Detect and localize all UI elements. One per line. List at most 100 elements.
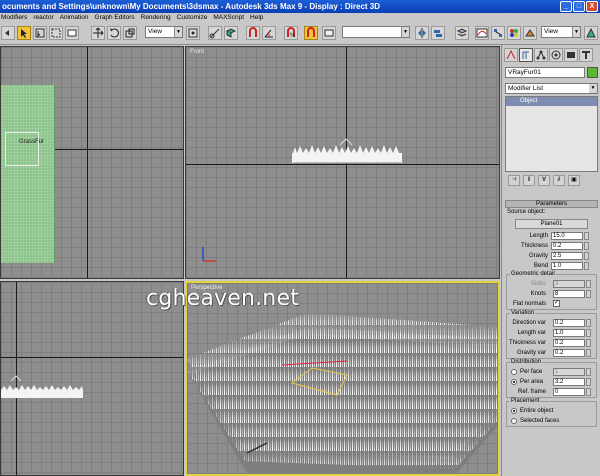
- length-spinner[interactable]: [584, 232, 589, 240]
- utilities-tab-icon[interactable]: [579, 48, 593, 62]
- menu-reactor[interactable]: reactor: [33, 13, 53, 23]
- direction-var-field[interactable]: 0.2: [553, 319, 585, 327]
- object-color-swatch[interactable]: [587, 67, 598, 78]
- render-type-dropdown[interactable]: View ▼: [541, 26, 581, 38]
- modifier-stack[interactable]: Object: [505, 96, 598, 172]
- configure-sets-icon[interactable]: ▣: [568, 175, 580, 186]
- gravity-field[interactable]: 2.5: [551, 252, 583, 260]
- per-area-field[interactable]: 3.2: [553, 378, 585, 386]
- named-selection-set-dropdown[interactable]: ▼: [342, 26, 410, 38]
- material-editor-icon[interactable]: [507, 26, 521, 40]
- modifier-list-label: Modifier List: [508, 85, 544, 92]
- direction-var-spinner[interactable]: [586, 319, 591, 327]
- selected-faces-radio[interactable]: [511, 418, 517, 424]
- percent-snap-icon[interactable]: %: [284, 26, 298, 40]
- thickness-var-spinner[interactable]: [586, 339, 591, 347]
- per-face-field: 1: [553, 368, 585, 376]
- ref-frame-spinner[interactable]: [586, 388, 591, 396]
- rectangular-selection-icon[interactable]: [49, 26, 63, 40]
- spinner-snap-icon[interactable]: [304, 26, 318, 40]
- reference-coordinate-dropdown[interactable]: View ▼: [145, 26, 183, 38]
- close-button[interactable]: X: [586, 1, 598, 12]
- length-var-spinner[interactable]: [586, 329, 591, 337]
- align-icon[interactable]: [431, 26, 445, 40]
- stack-item-object[interactable]: Object: [506, 97, 597, 106]
- make-unique-icon[interactable]: ∀: [538, 175, 550, 186]
- curve-editor-icon[interactable]: [475, 26, 489, 40]
- per-area-spinner[interactable]: [586, 378, 591, 386]
- fur-strip-left: [1, 385, 83, 398]
- maximize-button[interactable]: □: [573, 1, 585, 12]
- minimize-button[interactable]: _: [560, 1, 572, 12]
- show-end-result-icon[interactable]: ‖: [523, 175, 535, 186]
- menu-customize[interactable]: Customize: [177, 13, 208, 23]
- chevron-down-icon: ▼: [572, 27, 580, 37]
- ref-frame-field[interactable]: 0: [553, 388, 585, 396]
- entire-object-radio[interactable]: [511, 408, 517, 414]
- pin-stack-icon[interactable]: ⊣: [508, 175, 520, 186]
- motion-tab-icon[interactable]: [549, 48, 563, 62]
- knots-label: Knots: [530, 291, 546, 297]
- viewport-top[interactable]: GrassFur: [0, 46, 184, 279]
- rotate-icon[interactable]: [107, 26, 121, 40]
- gravity-var-field[interactable]: 0.2: [553, 349, 585, 357]
- scale-icon[interactable]: [123, 26, 137, 40]
- sides-label: Sides: [530, 281, 546, 287]
- geometric-detail-group: Geometric detail Sides 3 Knots 8 Flat no…: [506, 271, 597, 310]
- modify-tab-icon[interactable]: [519, 48, 533, 62]
- param-row-length: Length 15.0: [505, 231, 598, 241]
- angle-snap-icon[interactable]: [262, 26, 276, 40]
- undo-icon[interactable]: [1, 26, 15, 40]
- render-scene-icon[interactable]: [523, 26, 537, 40]
- snaps-toggle-icon[interactable]: [246, 26, 260, 40]
- length-field[interactable]: 15.0: [551, 232, 583, 240]
- select-and-link-icon[interactable]: [208, 26, 222, 40]
- param-row-entire-object: Entire object: [507, 406, 596, 416]
- thickness-spinner[interactable]: [584, 242, 589, 250]
- per-area-radio[interactable]: [511, 379, 517, 385]
- create-tab-icon[interactable]: [504, 48, 518, 62]
- edit-named-selections-icon[interactable]: [322, 26, 336, 40]
- menu-graph-editors[interactable]: Graph Editors: [95, 13, 135, 23]
- schematic-view-icon[interactable]: [491, 26, 505, 40]
- move-icon[interactable]: [91, 26, 105, 40]
- thickness-var-label: Thickness var: [508, 340, 546, 346]
- flat-normals-checkbox[interactable]: ✓: [553, 300, 560, 307]
- grid-axis-horizontal: [1, 357, 183, 358]
- length-var-field[interactable]: 1.0: [553, 329, 585, 337]
- bend-field[interactable]: 1.0: [551, 262, 583, 270]
- mirror-icon[interactable]: [415, 26, 429, 40]
- window-crossing-icon[interactable]: [65, 26, 79, 40]
- menu-modifiers[interactable]: Modifiers: [1, 13, 27, 23]
- remove-modifier-icon[interactable]: ∂: [553, 175, 565, 186]
- knots-spinner[interactable]: [586, 290, 591, 298]
- pivot-center-icon[interactable]: [186, 26, 200, 40]
- bend-spinner[interactable]: [584, 262, 589, 270]
- menu-rendering[interactable]: Rendering: [141, 13, 171, 23]
- parameters-rollout-header[interactable]: Parameters: [505, 200, 598, 208]
- select-object-icon[interactable]: [17, 26, 31, 40]
- unlink-icon[interactable]: [224, 26, 238, 40]
- variation-group: Variation Direction var 0.2 Length var 1…: [506, 310, 597, 359]
- hierarchy-tab-icon[interactable]: [534, 48, 548, 62]
- per-face-radio[interactable]: [511, 369, 517, 375]
- menu-maxscript[interactable]: MAXScript: [213, 13, 244, 23]
- menu-help[interactable]: Help: [250, 13, 263, 23]
- viewport-front[interactable]: Front: [185, 46, 500, 279]
- param-row-knots: Knots 8: [507, 289, 596, 299]
- gravity-var-spinner[interactable]: [586, 349, 591, 357]
- layer-manager-icon[interactable]: [455, 26, 469, 40]
- ref-frame-label: Ref. frame: [517, 389, 546, 395]
- knots-field[interactable]: 8: [553, 290, 585, 298]
- select-by-name-icon[interactable]: [33, 26, 47, 40]
- thickness-var-field[interactable]: 0.2: [553, 339, 585, 347]
- object-name-field[interactable]: VRayFur01: [505, 67, 585, 78]
- display-tab-icon[interactable]: [564, 48, 578, 62]
- gravity-spinner[interactable]: [584, 252, 589, 260]
- thickness-field[interactable]: 0.2: [551, 242, 583, 250]
- menu-animation[interactable]: Animation: [60, 13, 89, 23]
- source-object-button[interactable]: Plane01: [515, 219, 588, 229]
- command-panel-tabs: [504, 48, 599, 63]
- modifier-list-dropdown[interactable]: Modifier List ▼: [505, 83, 598, 94]
- quick-render-icon[interactable]: [584, 26, 598, 40]
